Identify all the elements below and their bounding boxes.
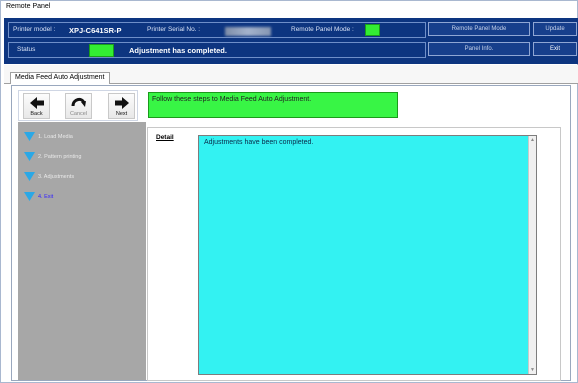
- step-label: 3. Adjustments: [38, 174, 75, 180]
- serial-label: Printer Serial No. :: [147, 26, 201, 33]
- detail-scrollbar[interactable]: ▲ ▼: [528, 136, 536, 374]
- instruction-banner: Follow these steps to Media Feed Auto Ad…: [148, 92, 398, 118]
- printer-header: Printer model : XPJ-C641SR-P Printer Ser…: [4, 18, 578, 64]
- scroll-up-icon[interactable]: ▲: [529, 136, 536, 144]
- undo-curve-icon: [71, 97, 86, 107]
- printer-info-box: Printer model : XPJ-C641SR-P Printer Ser…: [8, 22, 426, 38]
- triangle-down-icon: [24, 152, 35, 161]
- serial-number-redacted: [225, 27, 271, 36]
- cancel-button[interactable]: Cancel: [65, 93, 92, 119]
- printer-model-label: Printer model :: [13, 26, 56, 33]
- adjustment-panel: Back Cancel Next Follow these steps to M…: [11, 85, 571, 381]
- detail-text: Adjustments have been completed.: [204, 139, 314, 146]
- detail-area: Detail Adjustments have been completed. …: [147, 127, 561, 381]
- back-label: Back: [30, 111, 43, 117]
- scroll-down-icon[interactable]: ▼: [529, 366, 536, 374]
- status-box: Status Adjustment has completed.: [8, 42, 426, 58]
- wizard-toolbar: Back Cancel Next: [18, 90, 138, 121]
- steps-panel: 1. Load Media 2. Pattern printing 3. Adj…: [18, 122, 146, 380]
- triangle-down-icon: [24, 132, 35, 141]
- status-label: Status: [17, 46, 36, 53]
- status-text: Adjustment has completed.: [129, 46, 227, 55]
- status-indicator: [89, 44, 114, 57]
- remote-mode-indicator: [365, 24, 380, 36]
- triangle-down-icon: [24, 192, 35, 201]
- next-label: Next: [115, 111, 128, 117]
- printer-model-value: XPJ-C641SR-P: [69, 26, 122, 35]
- detail-textbox[interactable]: Adjustments have been completed. ▲ ▼: [198, 135, 537, 375]
- next-button[interactable]: Next: [108, 93, 135, 119]
- triangle-down-icon: [24, 172, 35, 181]
- remote-panel-window: Remote Panel Printer model : XPJ-C641SR-…: [0, 0, 578, 383]
- update-button[interactable]: Update: [533, 22, 577, 36]
- arrow-right-icon: [114, 97, 129, 109]
- tab-media-feed-auto-adjustment[interactable]: Media Feed Auto Adjustment: [10, 72, 110, 84]
- exit-button[interactable]: Exit: [533, 42, 577, 56]
- remote-mode-label: Remote Panel Mode :: [291, 26, 354, 33]
- step-label: 2. Pattern printing: [38, 154, 82, 160]
- detail-label: Detail: [156, 134, 174, 141]
- panel-info-button[interactable]: Panel Info.: [428, 42, 530, 56]
- arrow-left-icon: [29, 97, 44, 109]
- back-button[interactable]: Back: [23, 93, 50, 119]
- step-label: 1. Load Media: [38, 134, 73, 140]
- remote-panel-mode-button[interactable]: Remote Panel Mode: [428, 22, 530, 36]
- window-title: Remote Panel: [1, 1, 577, 15]
- step-label: 4. Exit: [38, 194, 54, 200]
- header-row-printer: Printer model : XPJ-C641SR-P Printer Ser…: [4, 22, 578, 40]
- cancel-label: Cancel: [69, 111, 88, 117]
- tab-strip: Media Feed Auto Adjustment: [4, 65, 578, 84]
- header-row-status: Status Adjustment has completed. Panel I…: [4, 42, 578, 60]
